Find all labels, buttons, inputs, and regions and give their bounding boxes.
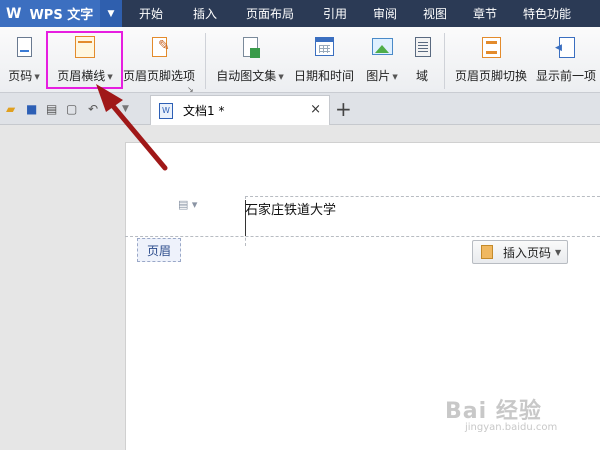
chevron-down-icon[interactable]: ▼	[122, 104, 129, 114]
calendar-icon	[315, 37, 334, 56]
auto-text-label: 自动图文集	[216, 69, 277, 83]
close-icon[interactable]: ×	[310, 102, 321, 117]
header-border-top	[245, 196, 600, 197]
header-footer-options-button[interactable]: 页眉页脚选项	[120, 33, 198, 89]
show-previous-label: 显示前一项	[535, 69, 596, 83]
page-number-label: 页码	[8, 69, 33, 83]
ribbon-separator	[205, 33, 206, 89]
watermark: Bai 经验	[445, 399, 542, 424]
insert-page-number-label: 插入页码	[503, 245, 552, 260]
picture-icon	[372, 38, 393, 55]
menu-special-features[interactable]: 特色功能	[514, 0, 580, 27]
page-number-button[interactable]: 页码 ▼	[6, 33, 42, 89]
menu-view[interactable]: 视图	[414, 0, 456, 27]
menu-chapter[interactable]: 章节	[464, 0, 506, 27]
undo-icon[interactable]: ↶	[88, 102, 98, 116]
chevron-down-icon: ▼	[34, 72, 40, 81]
header-footer-options-label: 页眉页脚选项	[122, 69, 195, 83]
header-footer-options-icon	[152, 37, 170, 57]
chevron-down-icon: ▼	[555, 247, 562, 257]
field-label: 域	[415, 69, 428, 83]
chevron-down-icon[interactable]: ▼	[100, 0, 122, 27]
app-name: WPS 文字	[29, 8, 94, 23]
tab-row: ▰ ■ ▤ ▢ ↶ ▼ W 文档1 * × +	[0, 93, 600, 125]
picture-button[interactable]: 图片 ▼	[362, 33, 402, 89]
wps-logo-icon: W	[6, 5, 22, 22]
auto-text-button[interactable]: 自动图文集 ▼	[212, 33, 288, 89]
header-footer-switch-icon	[482, 37, 501, 58]
open-folder-icon[interactable]: ▰	[6, 102, 15, 116]
auto-text-icon	[243, 37, 260, 58]
header-footer-switch-label: 页眉页脚切换	[454, 69, 527, 83]
header-label: 页眉	[137, 238, 181, 262]
document-title: 文档1 *	[183, 104, 225, 118]
field-button[interactable]: 域	[410, 33, 434, 89]
document-icon: W	[159, 102, 173, 119]
menu-insert[interactable]: 插入	[184, 0, 226, 27]
insert-page-number-button[interactable]: 插入页码 ▼	[472, 240, 568, 264]
picture-label: 图片	[366, 69, 391, 83]
menu-page-layout[interactable]: 页面布局	[234, 0, 306, 27]
chevron-down-icon: ▼	[392, 72, 398, 81]
menu-bar: W WPS 文字 ▼ 开始 插入 页面布局 引用 审阅 视图 章节 特色功能	[0, 0, 600, 27]
date-time-button[interactable]: 日期和时间	[293, 33, 355, 89]
page-number-icon	[481, 245, 493, 259]
show-previous-button[interactable]: 显示前一项	[534, 33, 598, 89]
highlight-box	[46, 31, 123, 89]
header-bottom-line	[125, 236, 600, 237]
watermark-sub: jingyan.baidu.com	[465, 422, 558, 433]
menu-home[interactable]: 开始	[130, 0, 172, 27]
date-time-label: 日期和时间	[293, 69, 354, 83]
field-icon	[415, 37, 431, 57]
print-icon[interactable]: ▤	[46, 102, 57, 116]
add-tab-icon[interactable]: +	[335, 97, 352, 121]
header-text[interactable]: 石家庄铁道大学	[245, 199, 336, 218]
ribbon-separator	[444, 33, 445, 89]
show-previous-icon	[555, 37, 575, 58]
app-menu-button[interactable]: W WPS 文字 ▼	[0, 0, 122, 27]
print-preview-icon[interactable]: ▢	[66, 102, 77, 116]
tab-document[interactable]: W 文档1 * ×	[150, 95, 330, 125]
header-footer-switch-button[interactable]: 页眉页脚切换	[452, 33, 530, 89]
paragraph-icon[interactable]: ▤ ▾	[178, 198, 197, 211]
page-number-icon	[17, 37, 32, 57]
menu-references[interactable]: 引用	[314, 0, 356, 27]
menu-review[interactable]: 审阅	[364, 0, 406, 27]
chevron-down-icon: ▼	[278, 72, 284, 81]
save-icon[interactable]: ■	[26, 102, 37, 116]
